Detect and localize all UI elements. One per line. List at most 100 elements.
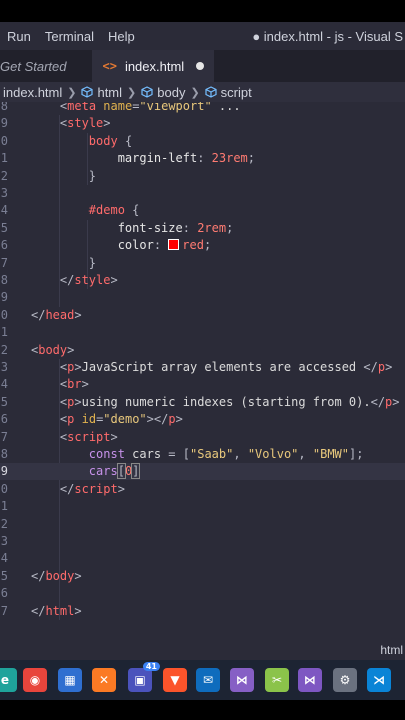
code-line[interactable]: 26 <p id="demo"></p> [0, 411, 405, 428]
status-bar: html [0, 640, 405, 660]
store-icon[interactable]: ▦ [58, 668, 82, 692]
code-line[interactable]: 14 #demo { [0, 202, 405, 219]
menu-bar: Run Terminal Help ● index.html - js - Vi… [0, 22, 405, 50]
tab-get-started[interactable]: Get Started [0, 50, 92, 82]
line-number: 12 [0, 168, 8, 183]
code-line[interactable]: 15 font-size: 2rem; [0, 220, 405, 237]
breadcrumb-body[interactable]: body [141, 85, 185, 100]
brave-icon[interactable]: ▼ [163, 668, 187, 692]
code-line[interactable]: 10 body { [0, 133, 405, 150]
code-line[interactable]: 21 [0, 324, 405, 341]
code-text: </head> [31, 307, 82, 322]
breadcrumb: index.html ❯ html ❯ body ❯ script [0, 82, 405, 102]
settings-icon[interactable]: ⚙ [333, 668, 357, 692]
code-line[interactable]: 8 <meta name="viewport" ... [0, 102, 405, 115]
tab-label: Get Started [0, 58, 67, 74]
code-line[interactable]: 20 </head> [0, 307, 405, 324]
code-line[interactable]: 11 margin-left: 23rem; [0, 150, 405, 167]
code-line[interactable]: 18 </style> [0, 272, 405, 289]
line-number: 26 [0, 412, 8, 427]
visual-studio-2-icon[interactable]: ⋈ [298, 668, 322, 692]
code-text: <br> [59, 377, 89, 392]
line-number: 19 [0, 290, 8, 305]
code-line[interactable]: 35 </body> [0, 568, 405, 585]
code-editor[interactable]: 8 <meta name="viewport" ...9 <style>10 b… [0, 102, 405, 640]
chevron-right-icon: ❯ [67, 86, 77, 99]
code-line[interactable]: 13 [0, 185, 405, 202]
code-line[interactable]: 27 <script> [0, 429, 405, 446]
unsaved-dot-icon[interactable] [196, 62, 205, 70]
code-text: </body> [31, 568, 82, 583]
tool-icon[interactable]: ✂ [265, 668, 289, 692]
line-number: 32 [0, 516, 8, 531]
code-icon: <> [102, 59, 117, 73]
code-line[interactable]: 31 [0, 498, 405, 515]
code-line[interactable]: 30 </script> [0, 481, 405, 498]
language-mode[interactable]: html [380, 643, 403, 657]
code-line[interactable]: 28 const cars = ["Saab", "Volvo", "BMW"]… [0, 446, 405, 463]
menu-run[interactable]: Run [0, 29, 38, 44]
menu-help[interactable]: Help [101, 29, 142, 44]
bottom-letterbox [0, 700, 405, 720]
code-line[interactable]: 37 </html> [0, 603, 405, 620]
top-letterbox [0, 0, 405, 22]
line-number: 10 [0, 133, 8, 148]
teams-icon[interactable]: ▣ 41 [128, 662, 160, 692]
code-line[interactable]: 16 color: red; [0, 237, 405, 254]
line-number: 13 [0, 186, 8, 200]
editor-tabs: Get Started <> index.html [0, 50, 405, 82]
vscode-icon[interactable]: ⋊ [367, 668, 391, 692]
line-number: 29 [0, 464, 8, 479]
breadcrumb-script[interactable]: script [205, 85, 252, 100]
code-text: <p id="demo"></p> [59, 412, 183, 427]
mail-icon[interactable]: ✉ [196, 668, 220, 692]
line-number: 9 [0, 116, 8, 131]
code-line[interactable]: 25 <p>using numeric indexes (starting fr… [0, 394, 405, 411]
code-line[interactable]: 22 <body> [0, 342, 405, 359]
code-line[interactable]: 32 [0, 516, 405, 533]
line-number: 30 [0, 481, 8, 496]
code-line[interactable]: 36 [0, 585, 405, 602]
chevron-right-icon: ❯ [190, 86, 200, 99]
breadcrumb-file[interactable]: index.html [3, 85, 62, 100]
code-text: <style> [59, 116, 111, 131]
menu-terminal[interactable]: Terminal [38, 29, 101, 44]
line-number: 36 [0, 586, 8, 601]
windows-taskbar: e ◉ ▦ ✕ ▣ 41 ▼ ✉ ⋈ ✂ ⋈ ⚙ ⋊ [0, 660, 405, 700]
visual-studio-icon[interactable]: ⋈ [230, 668, 254, 692]
tab-index-html[interactable]: <> index.html [92, 50, 215, 82]
line-number: 21 [0, 325, 8, 340]
code-line[interactable]: 12 } [0, 168, 405, 185]
code-line[interactable]: 19 [0, 289, 405, 306]
line-number: 33 [0, 534, 8, 548]
line-number: 35 [0, 568, 8, 583]
code-text: body { [88, 133, 133, 148]
line-number: 23 [0, 360, 8, 374]
edge-icon[interactable]: e [0, 668, 17, 692]
code-text: const cars = ["Saab", "Volvo", "BMW"]; [88, 447, 364, 461]
code-line[interactable]: 29 cars[0] [0, 463, 405, 481]
code-line[interactable]: 33 [0, 533, 405, 550]
code-line[interactable]: 24 <br> [0, 376, 405, 393]
chrome-icon[interactable]: ◉ [23, 668, 47, 692]
line-number: 31 [0, 499, 8, 514]
code-line[interactable]: 34 [0, 550, 405, 567]
breadcrumb-html[interactable]: html [81, 85, 122, 100]
code-line[interactable]: 23 <p>JavaScript array elements are acce… [0, 359, 405, 376]
code-line[interactable]: 17 } [0, 255, 405, 272]
line-number: 8 [0, 102, 8, 113]
breadcrumb-label: html [97, 84, 123, 100]
element-cube-icon [141, 86, 153, 98]
notification-badge: 41 [142, 662, 160, 671]
xampp-icon[interactable]: ✕ [92, 668, 116, 692]
code-text: </script> [59, 481, 125, 496]
line-number: 15 [0, 220, 8, 235]
code-line[interactable]: 9 <style> [0, 115, 405, 132]
line-number: 25 [0, 394, 8, 409]
line-number: 28 [0, 447, 8, 461]
chevron-right-icon: ❯ [127, 86, 137, 99]
code-text: <p>using numeric indexes (starting from … [59, 394, 400, 409]
code-text: <script> [59, 429, 118, 444]
code-text: color: red; [117, 238, 212, 253]
line-number: 24 [0, 377, 8, 392]
